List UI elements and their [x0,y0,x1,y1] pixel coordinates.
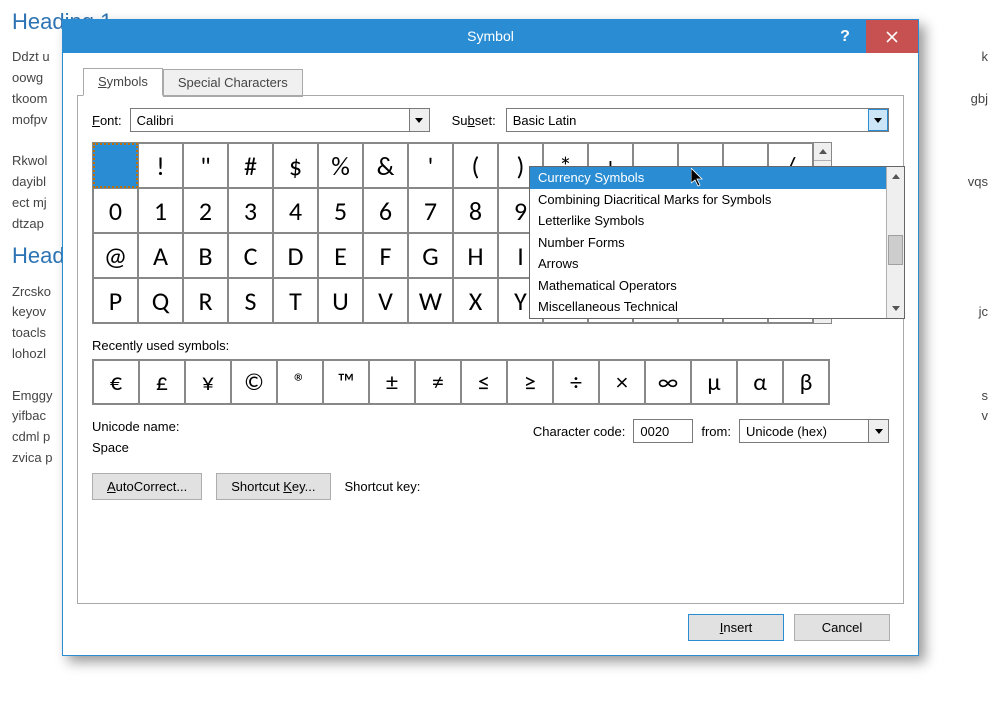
shortcut-key-label: Shortcut key: [345,479,421,494]
char-cell[interactable]: 2 [183,188,228,233]
char-cell[interactable]: ! [138,143,183,188]
recent-char-cell[interactable]: ± [369,360,415,404]
dropdown-item[interactable]: Number Forms [530,232,886,254]
font-combo[interactable]: Calibri [130,108,430,132]
insert-button[interactable]: Insert [688,614,784,641]
char-cell[interactable]: V [363,278,408,323]
char-cell[interactable]: ( [453,143,498,188]
dropdown-item[interactable]: Miscellaneous Technical [530,296,886,318]
shortcut-key-button[interactable]: Shortcut Key... [216,473,330,500]
char-cell[interactable]: C [228,233,273,278]
char-cell[interactable]: H [453,233,498,278]
char-cell[interactable]: @ [93,233,138,278]
scroll-track[interactable] [887,185,904,300]
char-cell[interactable]: " [183,143,228,188]
char-cell[interactable]: D [273,233,318,278]
font-combo-value: Calibri [131,113,409,128]
char-cell[interactable]: 3 [228,188,273,233]
dropdown-item[interactable]: Letterlike Symbols [530,210,886,232]
tab-special-characters[interactable]: Special Characters [163,69,303,97]
scroll-up-button[interactable] [887,167,904,185]
char-cell[interactable]: E [318,233,363,278]
char-cell[interactable]: G [408,233,453,278]
char-cell[interactable]: & [363,143,408,188]
char-cell[interactable]: 6 [363,188,408,233]
char-cell[interactable]: 8 [453,188,498,233]
char-cell[interactable] [93,143,138,188]
recent-char-cell[interactable]: ∞ [645,360,691,404]
autocorrect-button[interactable]: AutoCorrect... [92,473,202,500]
dialog-title: Symbol [63,20,918,53]
char-cell[interactable]: B [183,233,228,278]
recent-char-cell[interactable]: α [737,360,783,404]
char-cell[interactable]: 7 [408,188,453,233]
character-code-input[interactable] [633,419,693,443]
dropdown-item[interactable]: Arrows [530,253,886,275]
char-cell[interactable]: ' [408,143,453,188]
chevron-down-icon[interactable] [409,109,429,131]
char-cell[interactable]: A [138,233,183,278]
unicode-name-label: Unicode name: [92,419,179,434]
subset-label: Subset: [452,113,496,128]
char-cell[interactable]: T [273,278,318,323]
chevron-down-icon[interactable] [868,420,888,442]
close-button[interactable] [866,20,918,53]
dropdown-item[interactable]: Currency Symbols [530,167,886,189]
recent-char-cell[interactable]: ≥ [507,360,553,404]
char-cell[interactable]: 4 [273,188,318,233]
chevron-down-icon[interactable] [868,109,888,131]
char-cell[interactable]: Q [138,278,183,323]
symbol-dialog: Symbol ? Symbols Special Characters Font… [62,19,919,656]
char-cell[interactable]: R [183,278,228,323]
help-button[interactable]: ? [824,20,866,53]
recent-char-cell[interactable]: ¥ [185,360,231,404]
char-cell[interactable]: S [228,278,273,323]
character-code-label: Character code: [533,424,626,439]
unicode-name-value: Space [92,440,179,455]
recent-char-cell[interactable]: ≠ [415,360,461,404]
char-cell[interactable]: F [363,233,408,278]
recent-char-cell[interactable]: £ [139,360,185,404]
recent-char-cell[interactable]: ÷ [553,360,599,404]
recent-char-cell[interactable]: ≤ [461,360,507,404]
titlebar[interactable]: Symbol ? [63,20,918,53]
recent-char-cell[interactable]: μ [691,360,737,404]
char-cell[interactable]: P [93,278,138,323]
scroll-thumb[interactable] [888,235,903,265]
char-cell[interactable]: U [318,278,363,323]
dropdown-item[interactable]: Combining Diacritical Marks for Symbols [530,189,886,211]
char-cell[interactable]: 5 [318,188,363,233]
scroll-down-button[interactable] [887,300,904,318]
subset-dropdown[interactable]: Currency SymbolsCombining Diacritical Ma… [529,166,905,319]
recent-char-cell[interactable]: × [599,360,645,404]
recently-used-label: Recently used symbols: [92,338,889,353]
recent-char-cell[interactable]: β [783,360,829,404]
char-cell[interactable]: % [318,143,363,188]
char-cell[interactable]: W [408,278,453,323]
font-label: Font: [92,113,122,128]
recent-char-cell[interactable]: ® [277,360,323,404]
from-combo[interactable]: Unicode (hex) [739,419,889,443]
recent-char-cell[interactable]: ™ [323,360,369,404]
char-cell[interactable]: 0 [93,188,138,233]
from-combo-value: Unicode (hex) [740,424,868,439]
char-cell[interactable]: 1 [138,188,183,233]
dropdown-scrollbar[interactable] [886,167,904,318]
close-icon [886,31,898,43]
recently-used-grid: €£¥©®™±≠≤≥÷×∞μαβ [92,359,830,405]
tab-symbols[interactable]: Symbols [83,68,163,96]
from-label: from: [701,424,731,439]
recent-char-cell[interactable]: © [231,360,277,404]
subset-combo[interactable]: Basic Latin [506,108,889,132]
subset-combo-value: Basic Latin [507,113,868,128]
char-cell[interactable]: $ [273,143,318,188]
dropdown-item[interactable]: Mathematical Operators [530,275,886,297]
char-cell[interactable]: X [453,278,498,323]
cancel-button[interactable]: Cancel [794,614,890,641]
scroll-up-button[interactable] [814,143,831,161]
char-cell[interactable]: # [228,143,273,188]
recent-char-cell[interactable]: € [93,360,139,404]
